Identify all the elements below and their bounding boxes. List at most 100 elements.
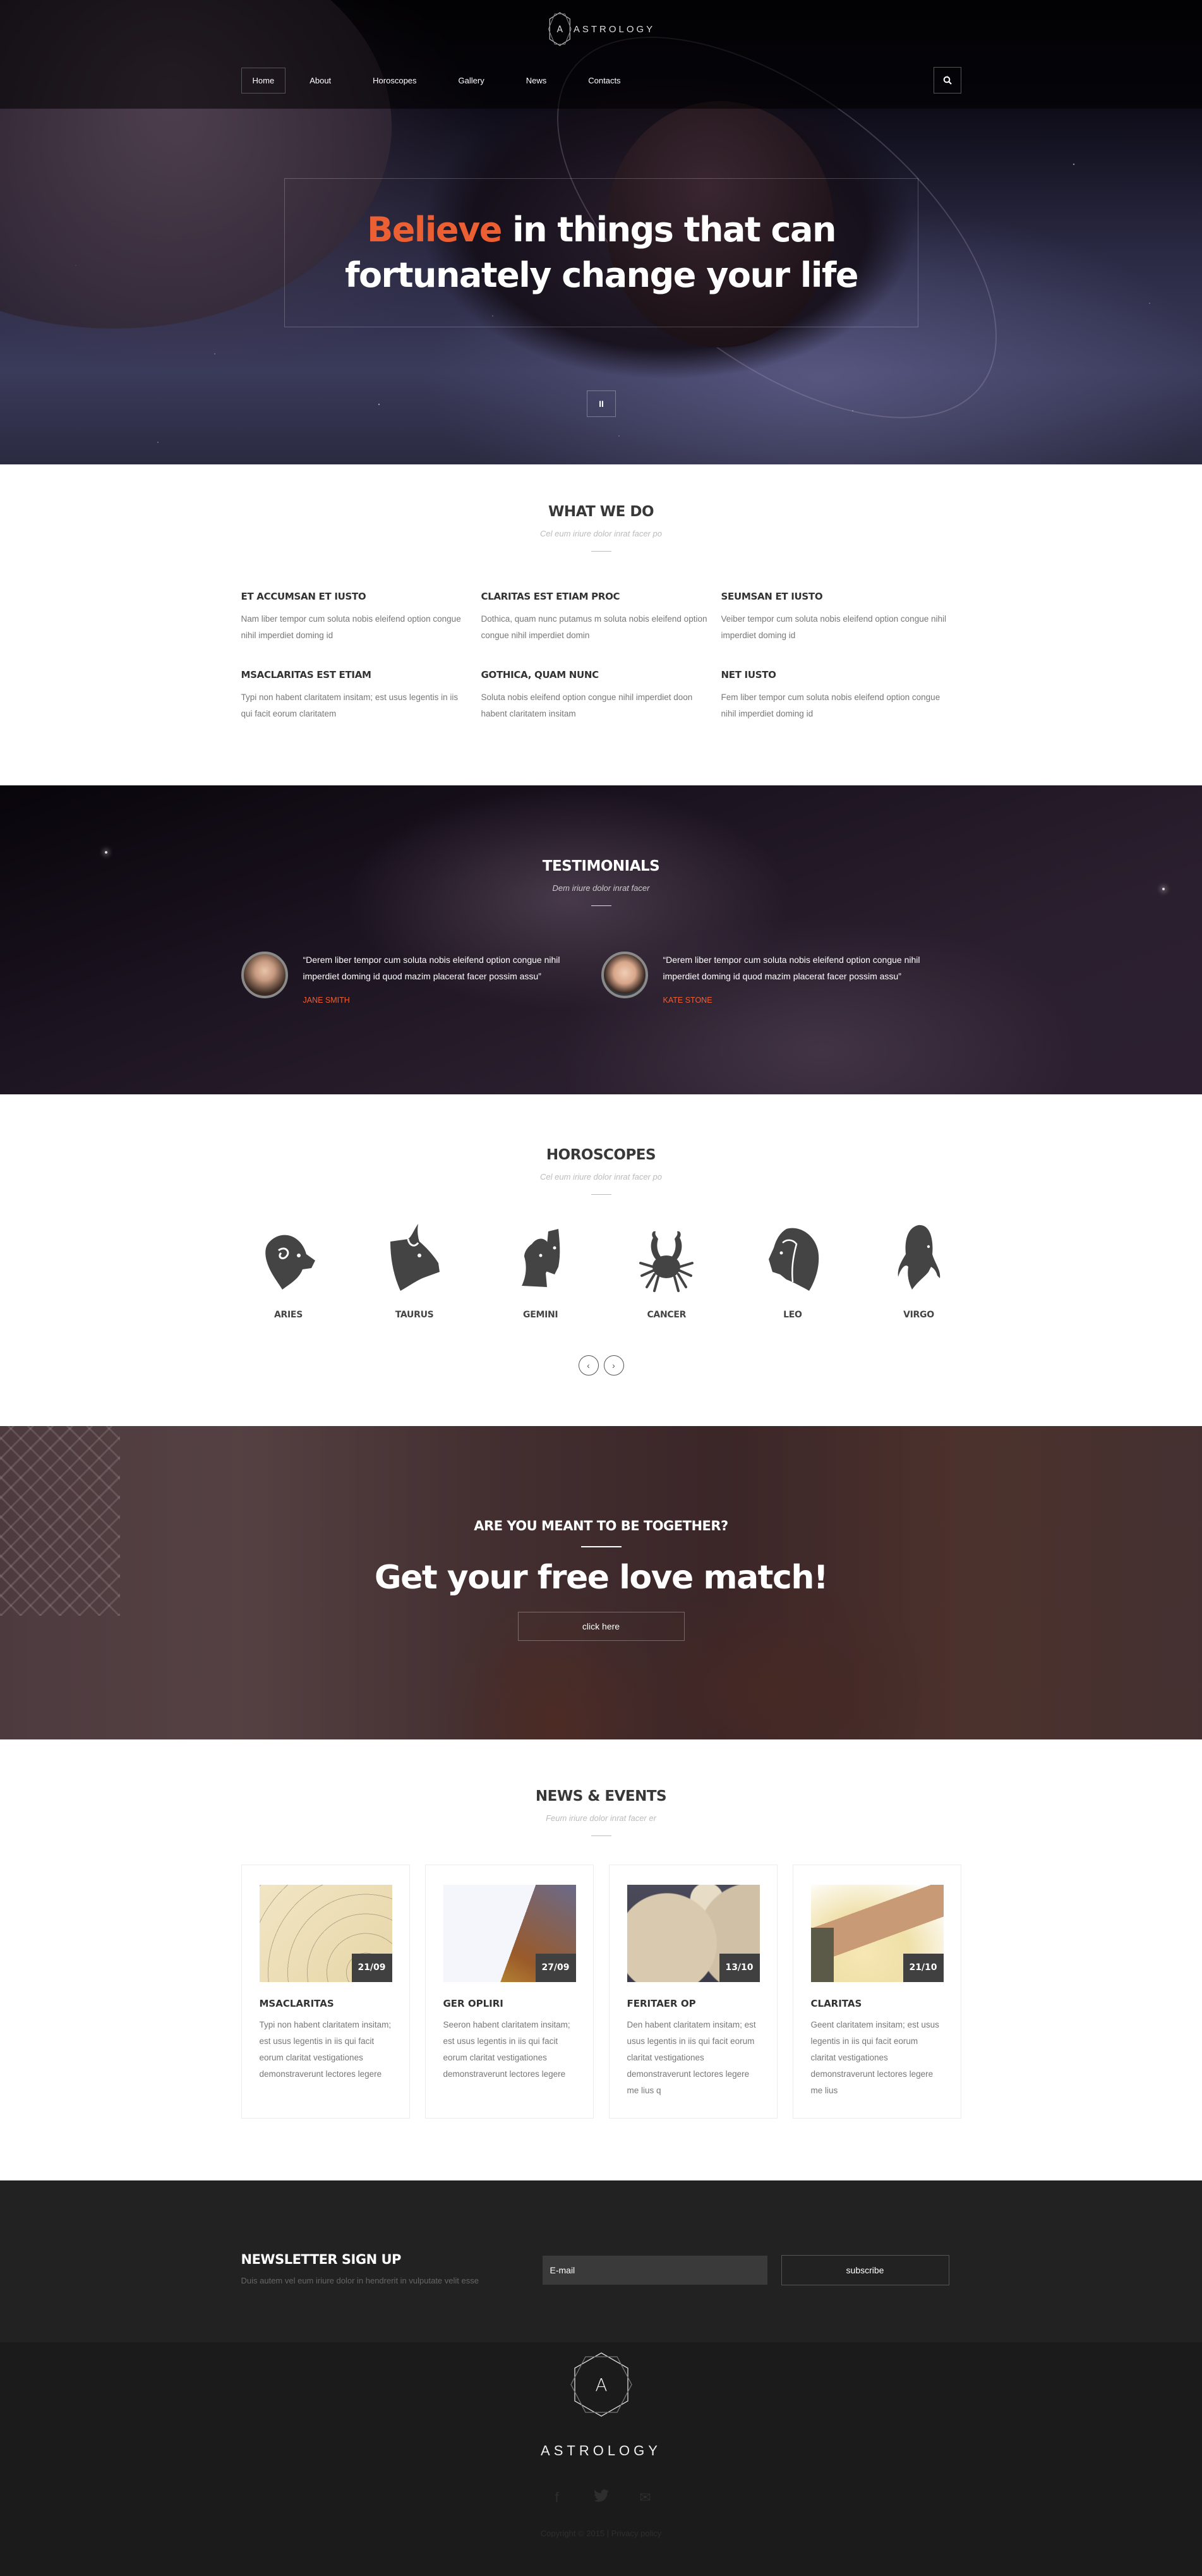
hero-section: A ASTROLOGY Home About Horoscopes Galler… (0, 0, 1202, 464)
testimonial-author: JANE SMITH (303, 996, 350, 1005)
news-title[interactable]: FERITAER OP (627, 1998, 759, 2009)
logo-mark-icon: A (570, 2352, 632, 2417)
slider-pause-button[interactable]: II (587, 390, 616, 417)
section-subtitle: Dem iriure dolor inrat facer (552, 883, 650, 893)
star-decoration (1162, 888, 1165, 890)
facebook-icon[interactable]: f (548, 2489, 566, 2506)
carousel-nav: ‹ › (241, 1355, 961, 1376)
feature-item: ET ACCUMSAN ET IUSTO Nam liber tempor cu… (241, 591, 481, 644)
testimonial-author: KATE STONE (663, 996, 712, 1005)
divider (580, 1546, 622, 1547)
feature-item: GOTHICA, QUAM NUNC Soluta nobis eleifend… (481, 669, 721, 722)
search-button[interactable] (933, 67, 961, 94)
news-text: Geent claritatem insitam; est usus legen… (810, 2020, 939, 2095)
news-date-badge: 21/09 (351, 1954, 392, 1982)
news-section: NEWS & EVENTS Feum iriure dolor inrat fa… (0, 1739, 1202, 2180)
nav-item-news[interactable]: News (497, 68, 558, 94)
feature-title: NET IUSTO (721, 669, 776, 680)
section-subtitle: Cel eum iriure dolor inrat facer po (540, 529, 662, 538)
nav-item-gallery[interactable]: Gallery (430, 68, 496, 94)
news-card[interactable]: 27/09 GER OPLIRI Seeron habent claritate… (424, 1865, 594, 2119)
news-title[interactable]: MSACLARITAS (260, 1998, 392, 2009)
horoscopes-section: HOROSCOPES Cel eum iriure dolor inrat fa… (0, 1094, 1202, 1426)
nav-item-home[interactable]: Home (241, 67, 286, 94)
carousel-prev-button[interactable]: ‹ (578, 1355, 599, 1376)
avatar (601, 952, 648, 998)
zodiac-item-taurus[interactable]: TAURUS (380, 1223, 449, 1320)
feature-item: NET IUSTO Fem liber tempor cum soluta no… (721, 669, 961, 722)
feature-text: Veiber tempor cum soluta nobis eleifend … (721, 614, 946, 640)
news-date-badge: 13/10 (719, 1954, 760, 1982)
news-date-badge: 21/10 (903, 1954, 944, 1982)
chevron-left-icon: ‹ (587, 1360, 590, 1370)
zodiac-name: ARIES (274, 1310, 303, 1320)
subscribe-button[interactable]: subscribe (781, 2255, 949, 2285)
zodiac-name: LEO (783, 1310, 802, 1320)
divider (591, 1194, 611, 1195)
nav-item-about[interactable]: About (287, 68, 342, 94)
email-icon[interactable]: ✉ (637, 2489, 654, 2506)
news-text: Seeron habent claritatem insitam; est us… (443, 2020, 570, 2079)
love-match-section: ARE YOU MEANT TO BE TOGETHER? Get your f… (0, 1426, 1202, 1739)
feature-title: MSACLARITAS EST ETIAM (241, 669, 371, 680)
twitter-icon[interactable] (592, 2489, 610, 2506)
news-thumbnail[interactable]: 27/09 (443, 1885, 576, 1982)
zodiac-name: TAURUS (395, 1310, 434, 1320)
news-card[interactable]: 21/09 MSACLARITAS Typi non habent clarit… (241, 1865, 410, 2119)
carousel-next-button[interactable]: › (603, 1355, 624, 1376)
feature-text: Dothica, quam nunc putamus m soluta nobi… (481, 614, 707, 640)
main-nav: Home About Horoscopes Gallery News Conta… (241, 67, 961, 94)
feature-text: Nam liber tempor cum soluta nobis eleife… (241, 614, 461, 640)
news-card[interactable]: 21/10 CLARITAS Geent claritatem insitam;… (792, 1865, 961, 2119)
section-subtitle: Cel eum iriure dolor inrat facer po (540, 1172, 662, 1182)
taurus-icon (390, 1224, 440, 1291)
love-match-title: Get your free love match! (374, 1559, 829, 1597)
logo-mark-icon: A (547, 11, 572, 47)
love-match-kicker: ARE YOU MEANT TO BE TOGETHER? (474, 1518, 728, 1533)
aries-icon (265, 1235, 315, 1290)
social-links: f ✉ (0, 2489, 1202, 2506)
logo[interactable]: A ASTROLOGY (547, 11, 655, 47)
newsletter-description: Duis autem vel eum iriure dolor in hendr… (241, 2276, 479, 2285)
zodiac-item-aries[interactable]: ARIES (254, 1223, 323, 1320)
news-thumbnail[interactable]: 21/09 (259, 1885, 392, 1982)
nav-item-contacts[interactable]: Contacts (559, 68, 632, 94)
testimonial-item: “Derem liber tempor cum soluta nobis ele… (601, 952, 961, 1005)
zodiac-item-leo[interactable]: LEO (758, 1223, 827, 1320)
avatar (241, 952, 288, 998)
pause-icon: II (599, 399, 604, 409)
news-text: Den habent claritatem insitam; est usus … (627, 2020, 756, 2095)
zodiac-carousel: ARIES TAURUS GEMINI CANCER LEO VIRGO (241, 1223, 961, 1320)
footer-brand: ASTROLOGY (541, 2443, 661, 2458)
copyright-text: Copyright © 2015 | (540, 2529, 610, 2538)
section-subtitle: Feum iriure dolor inrat facer er (546, 1813, 656, 1823)
news-title[interactable]: CLARITAS (811, 1998, 943, 2009)
star-decoration (105, 851, 107, 854)
hero-caption-box: Believe in things that can fortunately c… (284, 178, 918, 327)
hero-title-accent: Believe (367, 210, 502, 250)
zodiac-name: CANCER (647, 1310, 687, 1320)
virgo-icon (898, 1225, 941, 1290)
footer-logo[interactable]: A (0, 2352, 1202, 2417)
news-thumbnail[interactable]: 13/10 (627, 1885, 760, 1982)
nav-item-horoscopes[interactable]: Horoscopes (344, 68, 428, 94)
news-title[interactable]: GER OPLIRI (443, 1998, 575, 2009)
divider (591, 1835, 611, 1836)
zodiac-item-cancer[interactable]: CANCER (632, 1223, 701, 1320)
zodiac-item-virgo[interactable]: VIRGO (884, 1223, 953, 1320)
email-input[interactable] (542, 2256, 767, 2285)
privacy-policy-link[interactable]: Privacy policy (611, 2529, 661, 2538)
news-card[interactable]: 13/10 FERITAER OP Den habent claritatem … (608, 1865, 778, 2119)
feature-text: Soluta nobis eleifend option congue nihi… (481, 692, 693, 718)
news-thumbnail[interactable]: 21/10 (810, 1885, 944, 1982)
search-icon (943, 76, 952, 85)
feature-text: Typi non habent claritatem insitam; est … (241, 692, 459, 718)
zodiac-item-gemini[interactable]: GEMINI (506, 1223, 575, 1320)
click-here-button[interactable]: click here (517, 1612, 685, 1641)
testimonial-item: “Derem liber tempor cum soluta nobis ele… (241, 952, 601, 1005)
testimonial-quote: “Derem liber tempor cum soluta nobis ele… (303, 955, 560, 981)
news-date-badge: 27/09 (535, 1954, 576, 1982)
what-we-do-section: WHAT WE DO Cel eum iriure dolor inrat fa… (0, 464, 1202, 785)
section-title: TESTIMONIALS (542, 858, 660, 874)
gemini-icon (521, 1229, 560, 1287)
